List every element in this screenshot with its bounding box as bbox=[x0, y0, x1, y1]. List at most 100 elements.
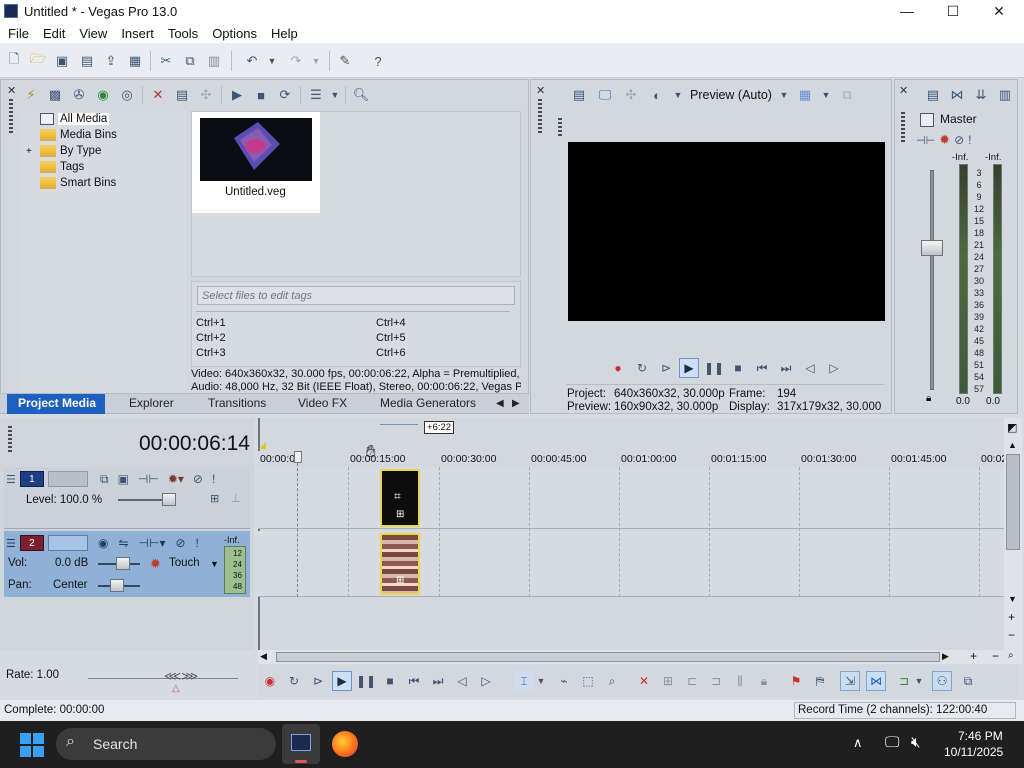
play-from-start-icon[interactable]: ⊳ bbox=[656, 358, 676, 378]
delete-icon[interactable]: ✕ bbox=[634, 671, 654, 691]
clock-time[interactable]: 7:46 PM bbox=[958, 729, 1003, 743]
tab-explorer[interactable]: Explorer bbox=[129, 396, 174, 410]
close-button[interactable]: ✕ bbox=[976, 0, 1022, 23]
stop-icon[interactable]: ■ bbox=[380, 671, 400, 691]
taskbar-search[interactable]: ⌕ Search bbox=[56, 728, 276, 760]
selection-tool-icon[interactable]: ⬚ bbox=[578, 671, 598, 691]
network-icon[interactable]: 🖵 bbox=[885, 734, 899, 751]
downmix-icon[interactable]: ⋈ bbox=[948, 86, 966, 104]
dock-grip[interactable] bbox=[8, 426, 12, 452]
render-as-icon[interactable]: ⇪ bbox=[102, 52, 120, 70]
solo-icon[interactable]: ! bbox=[196, 536, 199, 550]
make-compositing-child-icon[interactable]: ▣ bbox=[118, 472, 129, 486]
clock-date[interactable]: 10/11/2025 bbox=[944, 745, 1003, 759]
go-to-end-icon[interactable]: ⏭ bbox=[428, 671, 448, 691]
envelope-tool-icon[interactable]: ⌁ bbox=[554, 671, 574, 691]
views-dropdown-icon[interactable]: ▼ bbox=[331, 86, 340, 104]
track-motion-icon[interactable]: ⊣⊢ bbox=[138, 472, 159, 486]
rate-slider-track[interactable] bbox=[88, 678, 238, 679]
h-scroll-thumb[interactable] bbox=[276, 652, 940, 662]
overlays-icon[interactable]: ▦ bbox=[796, 86, 814, 104]
audio-track-lane[interactable] bbox=[258, 531, 1004, 597]
tree-item-all-media[interactable]: All Media bbox=[40, 111, 110, 127]
preview-quality-select[interactable]: Preview (Auto) bbox=[690, 88, 772, 102]
paste-icon[interactable]: ▥ bbox=[205, 52, 223, 70]
get-media-icon[interactable]: ✇ bbox=[70, 86, 88, 104]
pause-icon[interactable]: ❚❚ bbox=[356, 671, 376, 691]
zoom-in-horizontal-icon[interactable]: + bbox=[970, 649, 977, 663]
open-icon[interactable]: 🗁 bbox=[29, 51, 47, 70]
tab-scroll-right-icon[interactable]: ▶ bbox=[512, 398, 520, 409]
dim-output-icon[interactable]: ⇊ bbox=[972, 86, 990, 104]
scroll-left-icon[interactable]: ◀ bbox=[260, 651, 267, 662]
automation-dropdown-icon[interactable]: ▼ bbox=[210, 559, 219, 569]
event-fx-icon[interactable]: ⊞ bbox=[396, 575, 404, 586]
dock-grip[interactable] bbox=[901, 112, 905, 144]
tree-item-smart-bins[interactable]: Smart Bins bbox=[40, 175, 116, 191]
bypass-motion-blur-icon[interactable]: ⊞ bbox=[210, 492, 219, 505]
audio-event-clip[interactable]: ⊞ bbox=[380, 533, 420, 595]
loop-playback-icon[interactable]: ↻ bbox=[284, 671, 304, 691]
record-icon[interactable]: ● bbox=[608, 358, 628, 378]
maximize-button[interactable]: ☐ bbox=[930, 0, 976, 23]
split-screen-icon[interactable]: ◐ bbox=[648, 86, 666, 104]
trim-icon[interactable]: ⊞ bbox=[658, 671, 678, 691]
zoom-tool-icon[interactable]: ⌕ bbox=[1008, 650, 1014, 661]
tab-project-media[interactable]: Project Media bbox=[18, 396, 96, 410]
capture-video-icon[interactable]: ▩ bbox=[46, 86, 64, 104]
import-media-icon[interactable]: ⚡ bbox=[22, 86, 40, 104]
dock-grip[interactable] bbox=[9, 99, 13, 135]
mixer-icon[interactable]: ▥ bbox=[996, 86, 1014, 104]
master-mute-icon[interactable]: ⊘ bbox=[954, 133, 964, 147]
vol-slider-handle[interactable] bbox=[116, 557, 130, 570]
trim-end-icon[interactable]: ⊐ bbox=[706, 671, 726, 691]
taskbar-vegas-app[interactable] bbox=[282, 724, 320, 764]
event-pan-crop-icon[interactable]: ⌗ bbox=[394, 489, 401, 504]
normal-edit-tool-icon[interactable]: ⌶ bbox=[514, 671, 534, 691]
tree-item-by-type[interactable]: + By Type bbox=[26, 143, 101, 159]
tree-item-media-bins[interactable]: Media Bins bbox=[40, 127, 117, 143]
web-media-icon[interactable]: ◉ bbox=[94, 86, 112, 104]
undo-dropdown-icon[interactable]: ▼ bbox=[263, 52, 281, 70]
redo-icon[interactable]: ↷ bbox=[287, 52, 305, 70]
preview-quality-dropdown-icon[interactable]: ▼ bbox=[780, 86, 789, 104]
play-from-start-icon[interactable]: ⊳ bbox=[308, 671, 328, 691]
previous-frame-icon[interactable]: ◁ bbox=[800, 358, 820, 378]
next-frame-icon[interactable]: ▷ bbox=[476, 671, 496, 691]
split-icon[interactable]: ⫼ bbox=[730, 671, 750, 691]
level-slider-handle[interactable] bbox=[162, 493, 176, 506]
copy-icon[interactable]: ⧉ bbox=[181, 52, 199, 70]
video-track-lane[interactable] bbox=[258, 467, 1004, 529]
menu-edit[interactable]: Edit bbox=[36, 24, 72, 43]
track-automation-icon[interactable]: ⊣⊢▾ bbox=[139, 536, 166, 550]
master-automation-icon[interactable]: ⊣⊢ bbox=[916, 134, 935, 147]
menu-tools[interactable]: Tools bbox=[161, 24, 205, 43]
next-frame-icon[interactable]: ▷ bbox=[824, 358, 844, 378]
windows-start-icon[interactable] bbox=[20, 733, 44, 757]
master-fx-icon[interactable]: ✹ bbox=[939, 132, 950, 148]
views-icon[interactable]: ☰ bbox=[307, 86, 325, 104]
track-expand-icon[interactable]: ☰ bbox=[6, 537, 16, 550]
copy-snapshot-icon[interactable]: ⧉ bbox=[838, 86, 856, 104]
pan-slider-handle[interactable] bbox=[110, 579, 124, 592]
media-fx-icon[interactable]: ✣ bbox=[197, 86, 215, 104]
expand-icon[interactable]: + bbox=[26, 146, 32, 157]
zoom-in-vertical-icon[interactable]: + bbox=[1008, 610, 1015, 624]
dock-grip[interactable] bbox=[558, 118, 562, 138]
menu-options[interactable]: Options bbox=[205, 24, 264, 43]
redo-dropdown-icon[interactable]: ▼ bbox=[307, 52, 325, 70]
playhead-handle[interactable] bbox=[294, 451, 302, 463]
tab-transitions[interactable]: Transitions bbox=[208, 396, 266, 410]
track-fx-icon[interactable]: ✹▾ bbox=[168, 472, 184, 486]
lock-icon[interactable]: 🔒︎ bbox=[926, 393, 931, 404]
previous-frame-icon[interactable]: ◁ bbox=[452, 671, 472, 691]
edit-tool-icon[interactable]: ✎ bbox=[336, 52, 354, 70]
lock-envelopes-icon[interactable]: ⚇ bbox=[932, 671, 952, 691]
tray-chevron-icon[interactable]: ∧ bbox=[853, 735, 863, 751]
master-solo-icon[interactable]: ! bbox=[968, 133, 971, 147]
tree-item-tags[interactable]: Tags bbox=[40, 159, 84, 175]
menu-help[interactable]: Help bbox=[264, 24, 305, 43]
track-fx-icon[interactable]: ✹ bbox=[150, 556, 161, 572]
dock-grip[interactable] bbox=[538, 99, 542, 135]
menu-view[interactable]: View bbox=[72, 24, 114, 43]
